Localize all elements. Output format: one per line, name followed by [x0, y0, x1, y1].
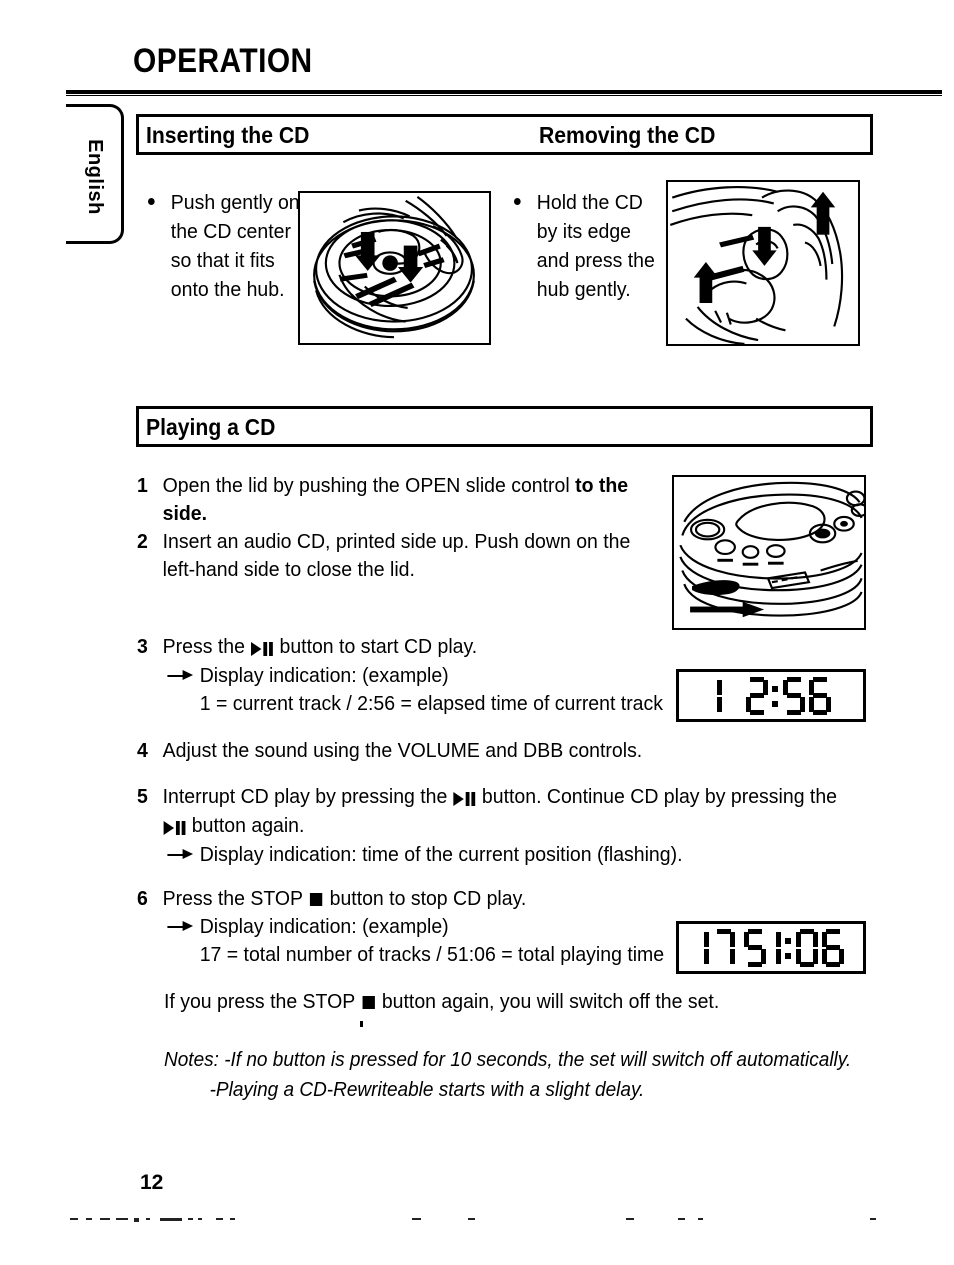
notes-line-1: -If no button is pressed for 10 seconds,… — [224, 1049, 852, 1071]
step-2-number: 2 — [137, 530, 148, 553]
lcd-digit-5 — [783, 676, 805, 715]
cd-handling-section-header: Inserting the CD Removing the CD — [136, 114, 873, 155]
step-4-text: Adjust the sound using the VOLUME and DB… — [162, 739, 643, 762]
stop-icon — [309, 893, 323, 906]
step-5-text-c: button again. — [186, 814, 305, 837]
step-6-display-detail: 17 = total number of tracks / 51:06 = to… — [199, 943, 665, 966]
step-1-number: 1 — [137, 474, 148, 497]
step-6-text-after: button to stop CD play. — [324, 887, 527, 910]
step-4: 4 Adjust the sound using the VOLUME and … — [137, 737, 669, 765]
lcd-colon-icon — [771, 677, 780, 715]
step-6-text-before: Press the STOP — [162, 887, 309, 910]
step-3-text: Press the button to start CD play. — [163, 633, 669, 662]
step-5: 5 Interrupt CD play by pressing the butt… — [137, 783, 859, 869]
lcd-digit-5 — [744, 928, 766, 967]
step-5-display-indication: Display indication: time of the current … — [163, 841, 859, 869]
language-tab: English — [66, 104, 124, 244]
step-3-display-indication-text: Display indication: (example) — [199, 664, 449, 687]
step-3-display-detail: 1 = current track / 2:56 = elapsed time … — [199, 692, 664, 715]
notes-block: Notes: -If no button is pressed for 10 s… — [164, 1045, 886, 1105]
inserting-the-cd-heading: Inserting the CD — [146, 122, 310, 148]
step-5-text-b: button. Continue CD play by pressing the — [476, 785, 838, 808]
cd-remove-illustration — [666, 180, 860, 346]
notes-line-2: -Playing a CD-Rewriteable starts with a … — [209, 1079, 645, 1101]
removing-cd-bullet: Hold the CD by its edge and press the hu… — [514, 188, 666, 304]
bullet-dot-icon — [514, 198, 521, 205]
scan-artifact-dot — [360, 1021, 363, 1027]
step-6: 6 Press the STOP button to stop CD play.… — [137, 885, 669, 969]
step-6-text: Press the STOP button to stop CD play. — [163, 885, 669, 913]
step-4-number: 4 — [137, 739, 148, 762]
lcd-stop-segments — [696, 928, 846, 967]
notes-label: Notes: — [164, 1049, 219, 1071]
removing-the-cd-heading: Removing the CD — [539, 122, 716, 148]
removing-cd-bullet-text: Hold the CD by its edge and press the hu… — [536, 191, 655, 301]
lcd-digit-6 — [809, 676, 831, 715]
step-2: 2 Insert an audio CD, printed side up. P… — [137, 528, 641, 584]
play-pause-icon — [163, 813, 186, 841]
step-3-text-before: Press the — [162, 635, 251, 658]
step-2-text: Insert an audio CD, printed side up. Pus… — [162, 530, 631, 581]
lcd-display-play-example — [676, 669, 866, 722]
page-title: OPERATION — [133, 42, 313, 80]
stop-again-paragraph: If you press the STOP button again, you … — [164, 988, 719, 1016]
inserting-cd-bullet-text: Push gently on the CD center so that it … — [170, 191, 300, 301]
page-number: 12 — [140, 1171, 164, 1194]
step-1-text-plain: Open the lid by pushing the OPEN slide c… — [162, 474, 576, 497]
lcd-colon-icon — [784, 929, 793, 967]
step-3-text-after: button to start CD play. — [274, 635, 478, 658]
lcd-digit-2 — [746, 676, 768, 715]
step-6-number: 6 — [137, 887, 148, 910]
step-5-text-a: Interrupt CD play by pressing the — [162, 785, 453, 808]
step-6-display-indication: Display indication: (example) — [163, 913, 669, 941]
title-divider-rule-thin — [66, 95, 942, 96]
lcd-display-stop-example — [676, 921, 866, 974]
step-5-display-indication-text: Display indication: time of the current … — [199, 843, 683, 866]
arrow-right-icon — [167, 921, 194, 931]
lcd-digit-1b — [770, 929, 781, 967]
step-3: 3 Press the button to start CD play. Dis… — [137, 633, 669, 718]
step-1-text: Open the lid by pushing the OPEN slide c… — [163, 472, 669, 528]
lcd-digit-1 — [711, 677, 722, 715]
lcd-play-segments — [709, 676, 833, 715]
cd-insert-illustration — [298, 191, 491, 345]
arrow-right-icon — [167, 849, 194, 859]
inserting-cd-bullet: Push gently on the CD center so that it … — [148, 188, 310, 304]
lcd-digit-1 — [698, 929, 709, 967]
step-1: 1 Open the lid by pushing the OPEN slide… — [137, 472, 669, 528]
stop-again-text-before: If you press the STOP — [164, 990, 361, 1013]
step-3-number: 3 — [137, 635, 148, 658]
playing-a-cd-heading: Playing a CD — [146, 414, 276, 440]
lcd-digit-7 — [713, 928, 735, 967]
arrow-right-icon — [167, 670, 194, 680]
bullet-dot-icon — [148, 198, 155, 205]
playing-a-cd-section-header: Playing a CD — [136, 406, 873, 447]
scan-artifact-dashes — [70, 1218, 940, 1224]
lcd-digit-6b — [822, 928, 844, 967]
step-5-number: 5 — [137, 785, 148, 808]
play-pause-icon — [453, 784, 476, 812]
step-6-display-indication-text: Display indication: (example) — [199, 915, 449, 938]
portable-cd-player-illustration — [672, 475, 866, 630]
stop-icon — [362, 996, 375, 1009]
language-tab-label: English — [84, 139, 106, 215]
title-divider-rule — [66, 90, 942, 94]
play-pause-icon — [251, 634, 274, 662]
stop-again-text-after: button again, you will switch off the se… — [376, 990, 720, 1013]
lcd-digit-0 — [796, 928, 818, 967]
step-5-text: Interrupt CD play by pressing the button… — [163, 783, 859, 841]
step-3-display-indication: Display indication: (example) — [163, 662, 669, 690]
